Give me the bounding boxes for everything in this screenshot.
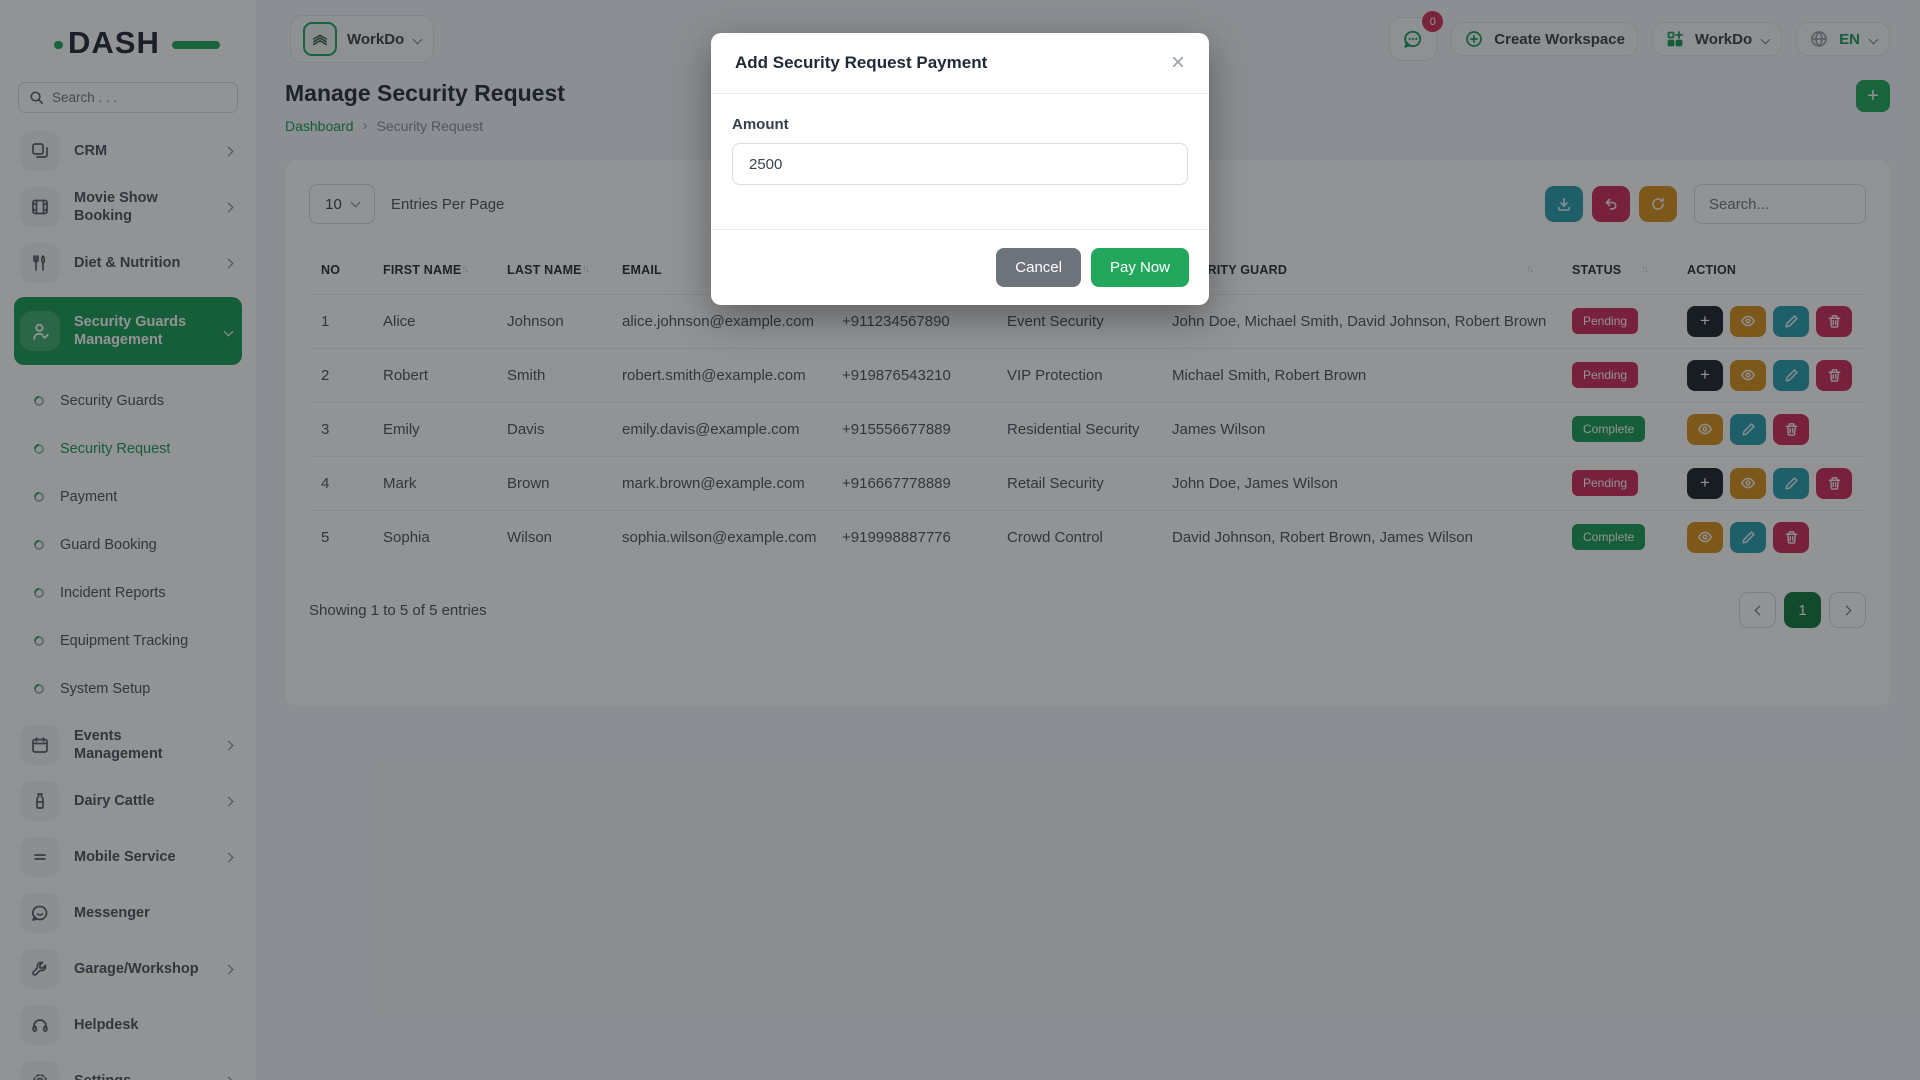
pay-now-button[interactable]: Pay Now — [1091, 248, 1189, 287]
modal-title: Add Security Request Payment — [735, 53, 987, 73]
close-icon[interactable]: × — [1171, 53, 1185, 73]
cancel-button[interactable]: Cancel — [996, 248, 1081, 287]
amount-input[interactable] — [732, 143, 1188, 185]
add-payment-modal: Add Security Request Payment × Amount Ca… — [711, 33, 1209, 305]
amount-label: Amount — [732, 116, 1188, 133]
app-page: DASH CRM Movie Show Booking — [0, 0, 1920, 1080]
